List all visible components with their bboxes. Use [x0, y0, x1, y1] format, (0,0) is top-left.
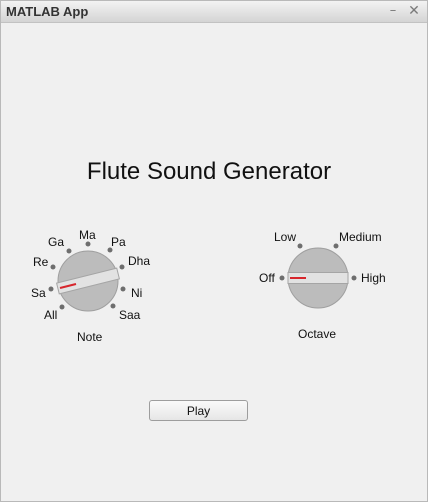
octave-tick-low: [297, 243, 303, 249]
note-knob[interactable]: [55, 250, 121, 312]
octave-tick-off: [279, 275, 285, 281]
note-tick-ga: [66, 248, 72, 254]
note-tick-re: [50, 264, 56, 270]
note-tick-ni: [120, 286, 126, 292]
knob-graphics: [48, 241, 357, 312]
note-tick-ma: [85, 241, 91, 247]
play-button[interactable]: Play: [149, 400, 248, 421]
note-tick-dha: [119, 264, 125, 270]
app-window: MATLAB App – ✕ Flute Sound Generator All…: [0, 0, 428, 502]
octave-tick-high: [351, 275, 357, 281]
note-tick-pa: [107, 247, 113, 253]
note-tick-sa: [48, 286, 54, 292]
octave-knob[interactable]: [287, 247, 349, 309]
octave-tick-medium: [333, 243, 339, 249]
note-tick-saa: [110, 303, 116, 309]
note-tick-all: [59, 304, 65, 310]
